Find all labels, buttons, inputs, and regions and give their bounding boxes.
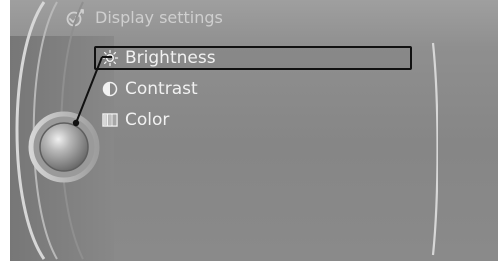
menu-item-contrast[interactable]: Contrast [96,76,198,102]
color-icon [102,113,118,127]
menu-item-label: Brightness [125,48,216,68]
menu-item-label: Contrast [125,79,198,99]
scrollbar[interactable] [428,41,438,257]
idrive-screen: Display settings Brightness Contrast Col… [0,0,498,261]
contrast-icon [102,81,118,97]
menu-item-label: Color [125,110,170,130]
menu-item-brightness[interactable]: Brightness [94,46,412,70]
display-panel: Display settings Brightness Contrast Col… [10,0,498,261]
menu-item-color[interactable]: Color [96,107,169,133]
sun-icon [101,49,119,67]
menu-list: Brightness Contrast Color [10,0,498,261]
